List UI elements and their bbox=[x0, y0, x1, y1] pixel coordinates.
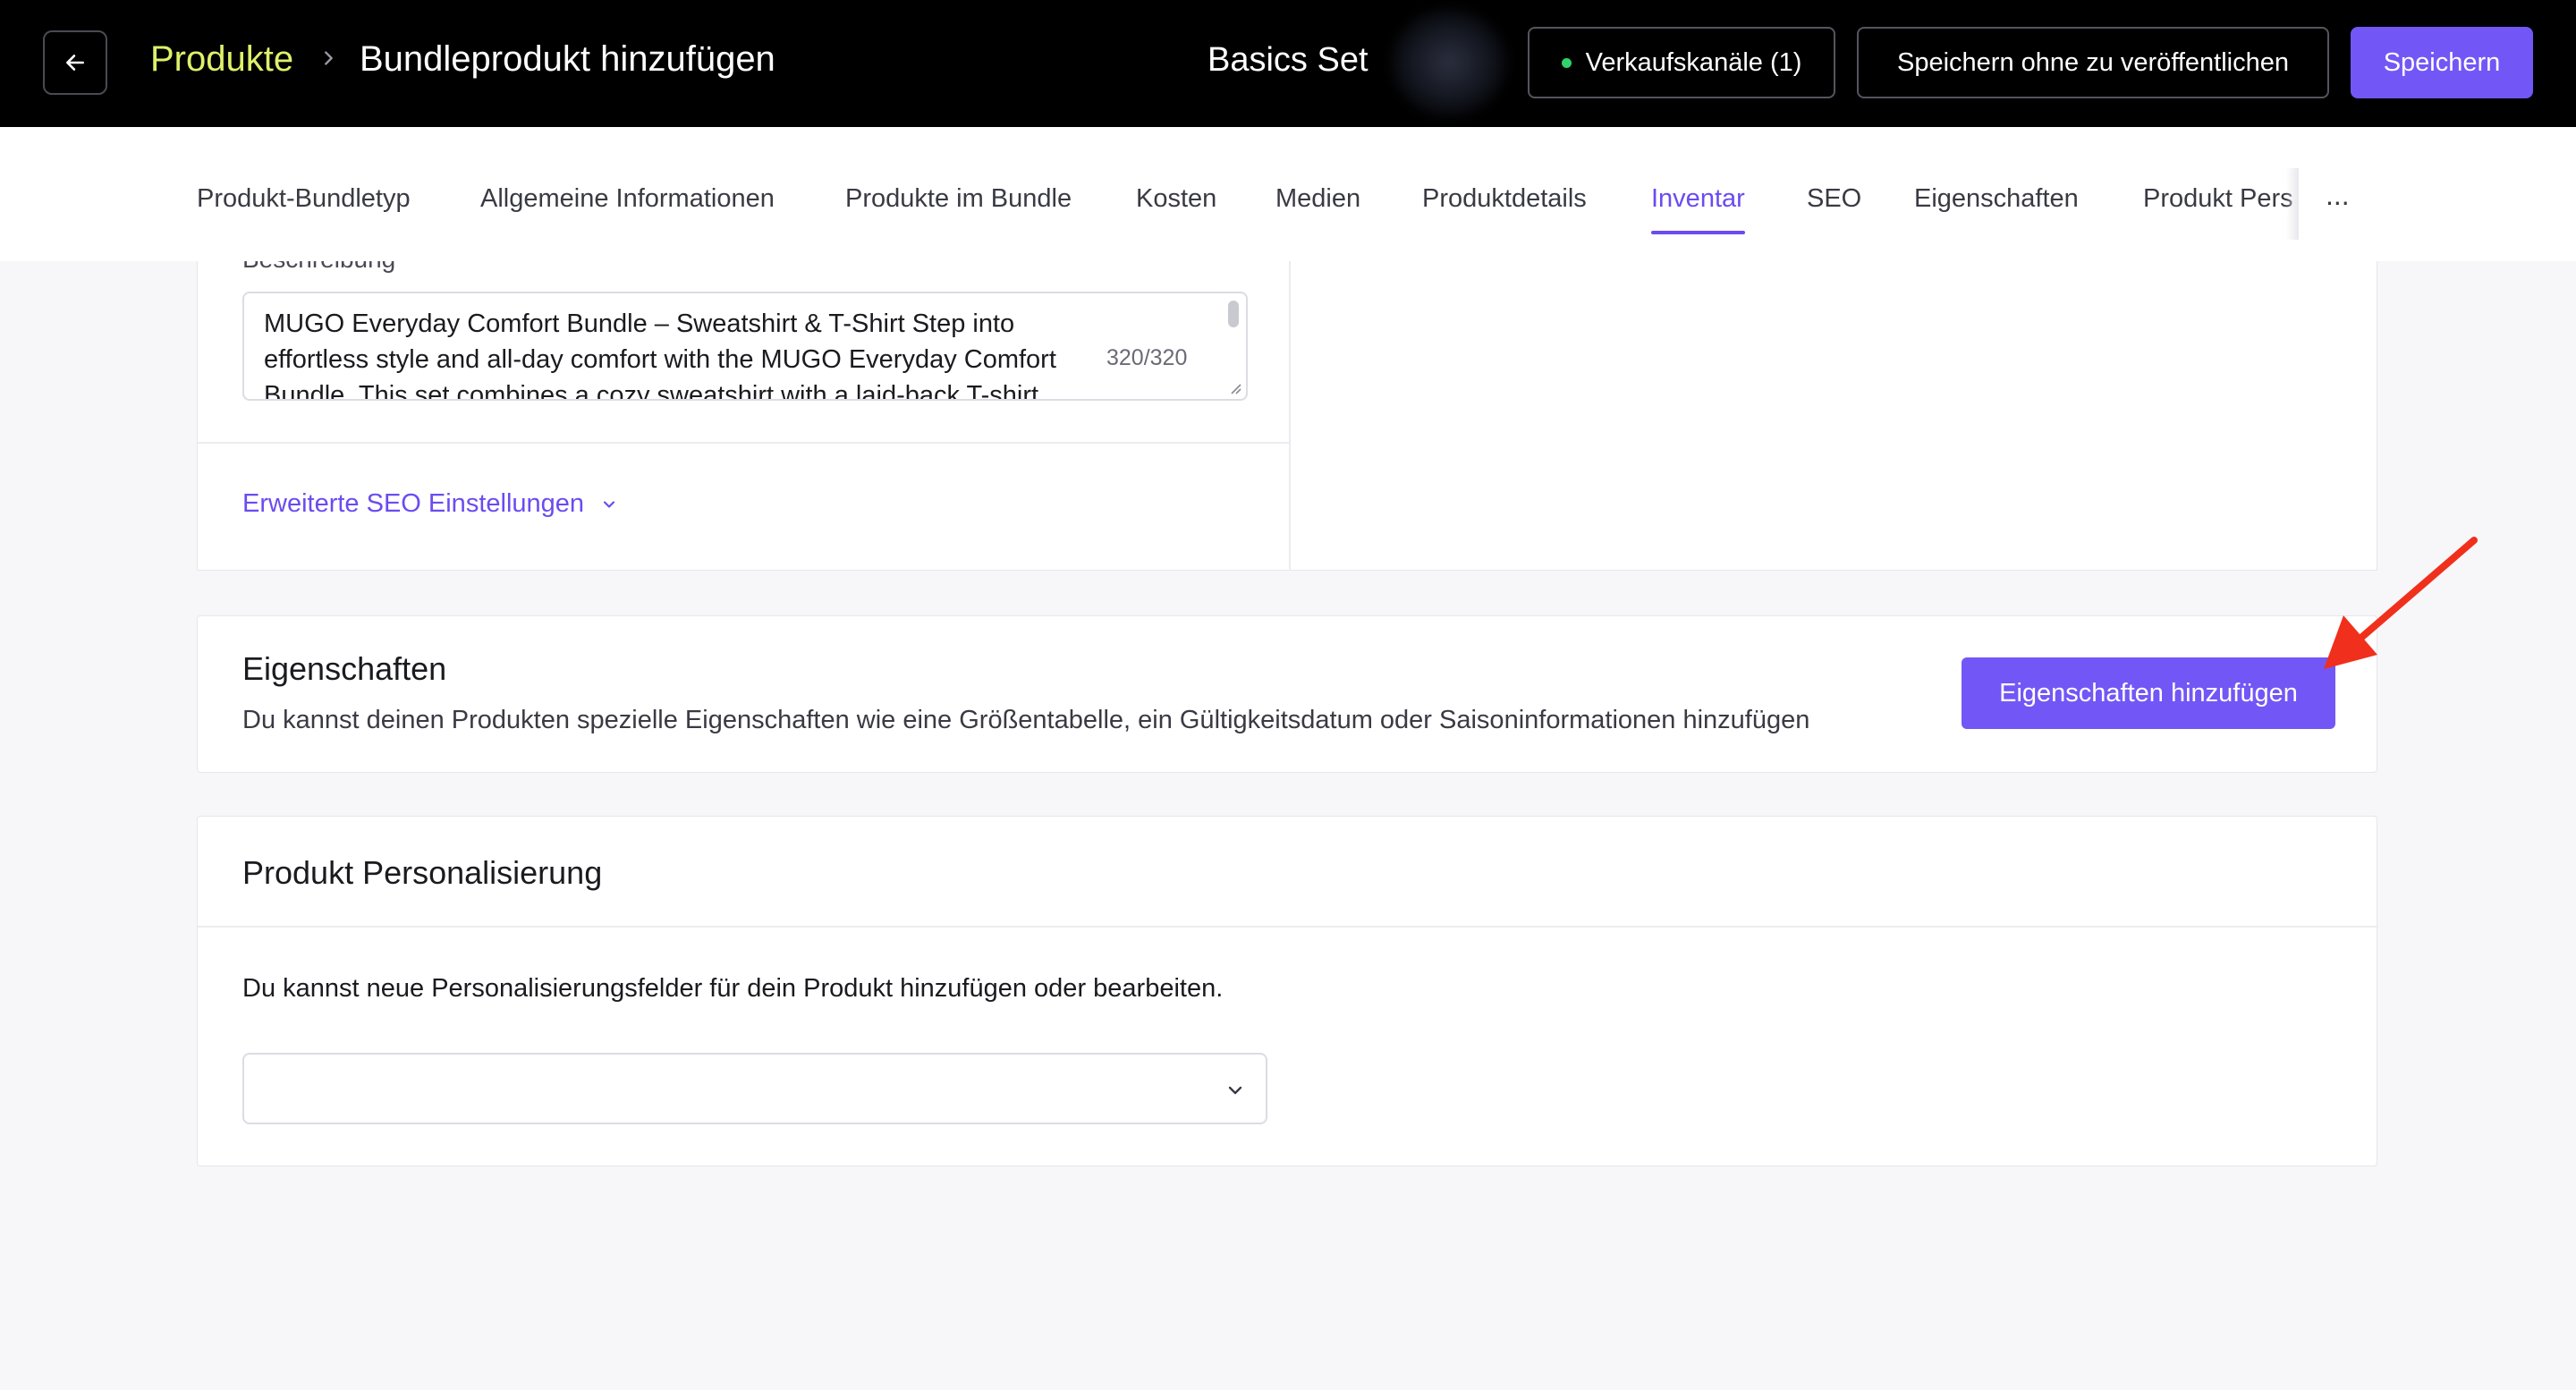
save-button[interactable]: Speichern bbox=[2351, 27, 2533, 98]
save-label: Speichern bbox=[2383, 47, 2501, 77]
properties-title: Eigenschaften bbox=[242, 650, 447, 687]
description-textarea[interactable]: MUGO Everyday Comfort Bundle – Sweatshir… bbox=[242, 292, 1248, 401]
tab-media[interactable]: Medien bbox=[1275, 184, 1360, 234]
product-name: Basics Set bbox=[1208, 41, 1368, 79]
personalization-description: Du kannst neue Personalisierungsfelder f… bbox=[242, 974, 1224, 1003]
back-button[interactable] bbox=[43, 30, 107, 95]
breadcrumb-root[interactable]: Produkte bbox=[150, 39, 293, 80]
save-draft-label: Speichern ohne zu veröffentlichen bbox=[1897, 47, 2289, 77]
divider bbox=[198, 926, 2378, 928]
status-dot-icon bbox=[1561, 57, 1572, 68]
save-draft-button[interactable]: Speichern ohne zu veröffentlichen bbox=[1857, 27, 2329, 98]
more-tabs-button[interactable]: ... bbox=[2326, 179, 2350, 212]
tab-bar: Produkt-Bundletyp Allgemeine Information… bbox=[0, 127, 2576, 261]
sales-channels-label: Verkaufskanäle (1) bbox=[1585, 47, 1802, 77]
properties-card: Eigenschaften Du kannst deinen Produkten… bbox=[197, 615, 2377, 773]
divider bbox=[198, 442, 1289, 444]
sales-channels-button[interactable]: Verkaufskanäle (1) bbox=[1528, 27, 1835, 98]
tab-personalization[interactable]: Produkt Pers bbox=[2143, 184, 2295, 234]
advanced-seo-toggle[interactable]: Erweiterte SEO Einstellungen bbox=[242, 489, 618, 519]
textarea-scrollbar[interactable] bbox=[1228, 301, 1239, 327]
personalization-title: Produkt Personalisierung bbox=[242, 854, 603, 891]
tab-properties[interactable]: Eigenschaften bbox=[1914, 184, 2079, 234]
tab-seo[interactable]: SEO bbox=[1807, 184, 1861, 234]
chevron-right-icon bbox=[325, 51, 333, 65]
character-count: 320/320 bbox=[1106, 345, 1188, 370]
add-properties-button[interactable]: Eigenschaften hinzufügen bbox=[1962, 657, 2335, 729]
annotation-arrow-icon bbox=[2324, 537, 2478, 669]
product-thumbnail bbox=[1391, 9, 1507, 116]
description-text: MUGO Everyday Comfort Bundle – Sweatshir… bbox=[264, 309, 1056, 401]
arrow-left-icon bbox=[66, 55, 84, 71]
top-bar: Produkte Bundleprodukt hinzufügen Basics… bbox=[0, 0, 2576, 127]
advanced-seo-label: Erweiterte SEO Einstellungen bbox=[242, 489, 585, 518]
tab-products-in-bundle[interactable]: Produkte im Bundle bbox=[845, 184, 1072, 234]
chevron-down-icon bbox=[1228, 1086, 1242, 1095]
tab-scroll-fade bbox=[2286, 168, 2299, 240]
page-title: Bundleprodukt hinzufügen bbox=[360, 39, 775, 79]
tab-costs[interactable]: Kosten bbox=[1136, 184, 1216, 234]
chevron-down-icon bbox=[603, 500, 615, 508]
personalization-select[interactable] bbox=[242, 1053, 1267, 1124]
tab-bundle-type[interactable]: Produkt-Bundletyp bbox=[197, 184, 411, 234]
tab-inventory[interactable]: Inventar bbox=[1651, 184, 1745, 234]
add-properties-label: Eigenschaften hinzufügen bbox=[1999, 678, 2298, 708]
tab-general-info[interactable]: Allgemeine Informationen bbox=[480, 184, 775, 234]
divider bbox=[1289, 261, 1291, 571]
personalization-card: Produkt Personalisierung Du kannst neue … bbox=[197, 816, 2378, 1166]
tab-product-details[interactable]: Produktdetails bbox=[1422, 184, 1587, 234]
resize-handle-icon[interactable] bbox=[1226, 379, 1242, 395]
properties-description: Du kannst deinen Produkten spezielle Eig… bbox=[242, 706, 1810, 734]
seo-card: Beschreibung MUGO Everyday Comfort Bundl… bbox=[197, 261, 2377, 571]
